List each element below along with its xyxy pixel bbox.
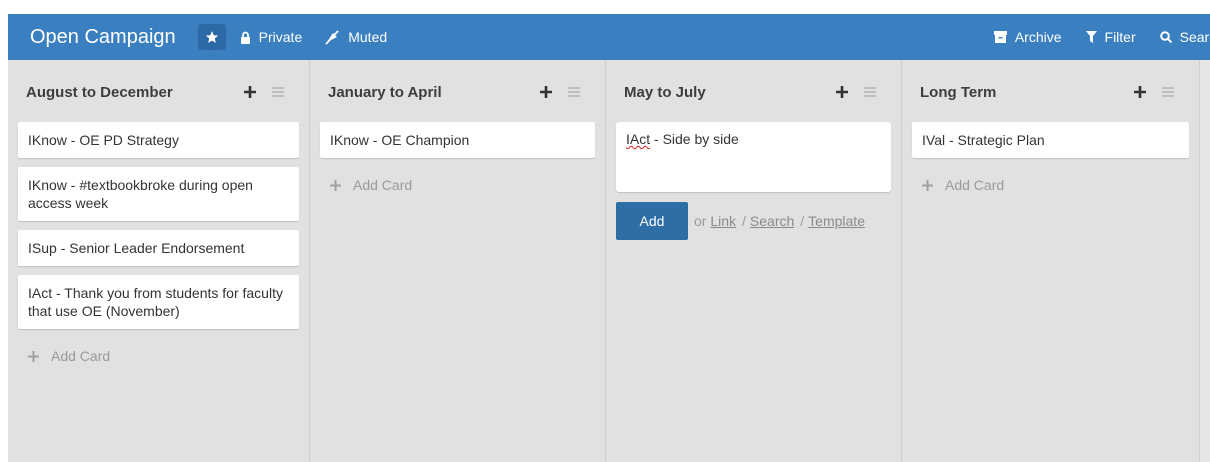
card[interactable]: IKnow - #textbookbroke during open acces…	[18, 167, 299, 221]
muted-bell-icon	[325, 29, 339, 45]
plus-icon[interactable]	[243, 85, 257, 99]
plus-icon	[330, 179, 341, 191]
list-title[interactable]: August to December	[26, 84, 243, 101]
muted-toggle[interactable]: Muted	[324, 29, 387, 45]
private-toggle[interactable]: Private	[240, 29, 303, 45]
filter-label: Filter	[1104, 29, 1136, 45]
private-label: Private	[258, 29, 303, 45]
board-header: Open Campaign Private Muted Archive Filt…	[8, 14, 1210, 60]
list-august-to-december: August to December IKnow - OE PD Strateg…	[8, 60, 310, 462]
card-text-misspelled: IAct	[626, 131, 651, 147]
list-title[interactable]: May to July	[624, 84, 835, 101]
archive-label: Archive	[1014, 29, 1062, 45]
search-button[interactable]: Search	[1159, 29, 1210, 45]
list-january-to-april: January to April IKnow - OE Champion Add…	[310, 60, 606, 462]
or-text: or	[694, 213, 707, 229]
lock-icon	[240, 31, 250, 44]
list-title[interactable]: Long Term	[920, 84, 1133, 101]
search-icon	[1159, 31, 1172, 43]
add-card-actions: Add or Link / Search / Template	[616, 202, 891, 240]
separator: /	[800, 213, 805, 229]
list-title[interactable]: January to April	[328, 84, 539, 101]
list-header: January to April	[320, 60, 595, 124]
add-card-label: Add Card	[353, 177, 413, 193]
new-card-textarea[interactable]: IAct - Side by side	[616, 122, 891, 192]
board: August to December IKnow - OE PD Strateg…	[8, 60, 1210, 462]
card[interactable]: IAct - Thank you from students for facul…	[18, 275, 299, 329]
add-card-button[interactable]: Add Card	[912, 167, 1189, 203]
plus-icon	[922, 179, 933, 191]
plus-icon	[28, 350, 39, 362]
list-may-to-july: May to July IAct - Side by side Add or L…	[606, 60, 902, 462]
list-long-term: Long Term IVal - Strategic Plan Add Card	[902, 60, 1200, 462]
search-label: Search	[1179, 29, 1210, 45]
archive-button[interactable]: Archive	[993, 29, 1062, 45]
template-option[interactable]: Template	[808, 213, 865, 229]
link-option[interactable]: Link	[710, 213, 736, 229]
plus-icon[interactable]	[835, 85, 849, 99]
plus-icon[interactable]	[539, 85, 553, 99]
archive-icon	[993, 31, 1007, 43]
menu-icon[interactable]	[863, 86, 877, 98]
filter-button[interactable]: Filter	[1085, 29, 1136, 45]
list-header: Long Term	[912, 60, 1189, 124]
add-card-button[interactable]: Add Card	[18, 338, 299, 374]
add-button[interactable]: Add	[616, 202, 688, 240]
card-text: - Side by side	[650, 131, 739, 147]
list-header: August to December	[18, 60, 299, 124]
muted-label: Muted	[348, 29, 388, 45]
plus-icon[interactable]	[1133, 85, 1147, 99]
menu-icon[interactable]	[567, 86, 581, 98]
search-option[interactable]: Search	[750, 213, 794, 229]
add-card-label: Add Card	[51, 348, 111, 364]
card[interactable]: IVal - Strategic Plan	[912, 122, 1189, 158]
board-title[interactable]: Open Campaign	[30, 26, 176, 49]
add-card-label: Add Card	[945, 177, 1005, 193]
list-header: May to July	[616, 60, 891, 124]
add-card-button[interactable]: Add Card	[320, 167, 595, 203]
star-button[interactable]	[197, 24, 226, 50]
menu-icon[interactable]	[1161, 86, 1175, 98]
card[interactable]: ISup - Senior Leader Endorsement	[18, 230, 299, 266]
menu-icon[interactable]	[271, 86, 285, 98]
star-icon	[205, 31, 218, 43]
filter-icon	[1085, 31, 1097, 43]
card[interactable]: IKnow - OE Champion	[320, 122, 595, 158]
card[interactable]: IKnow - OE PD Strategy	[18, 122, 299, 158]
separator: /	[742, 213, 746, 229]
